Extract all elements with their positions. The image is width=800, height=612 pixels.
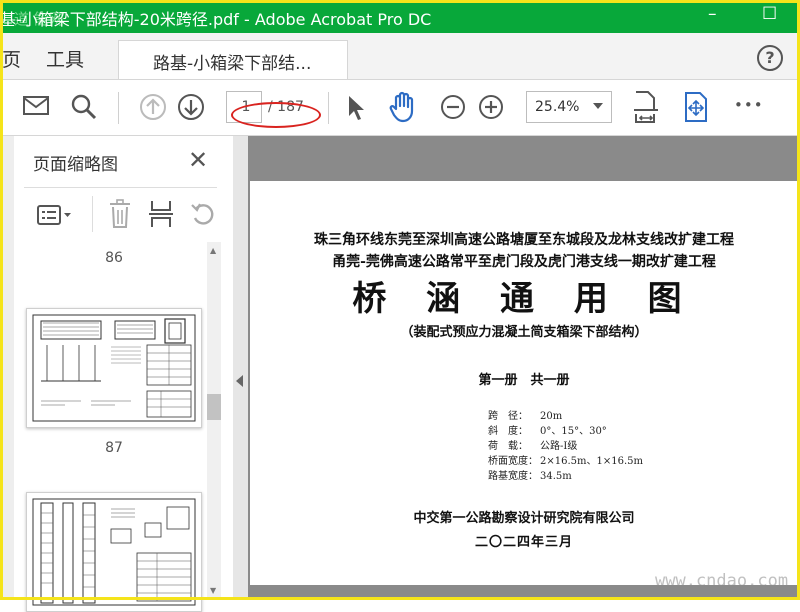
split-page-icon[interactable] [148,199,174,229]
next-page-icon[interactable] [177,93,205,121]
thumbnail-page-number: 87 [105,440,123,456]
chevron-left-icon [236,375,243,387]
panel-divider [92,196,93,232]
thumbnail-options-icon[interactable] [36,203,74,227]
tab-row: 页 工具 路基-小箱梁下部结... ? [0,33,800,80]
spec-row: 桥面宽度： 2×16.5m、1×16.5m [488,456,643,467]
panel-title: 页面缩略图 [33,155,118,175]
spec-row: 跨 径： 20m [488,411,563,422]
help-button[interactable]: ? [757,45,783,71]
fit-page-icon[interactable] [632,90,660,124]
window-title: 基-小箱梁下部结构-20米跨径.pdf - Adobe Acrobat Pro … [0,10,432,29]
zoom-out-icon[interactable] [440,94,466,120]
toolbar-divider [118,92,119,124]
tab-tools[interactable]: 工具 [46,45,84,72]
tab-home[interactable]: 页 [2,45,21,72]
main-toolbar: / 187 25.4% ••• [0,80,800,136]
scroll-up-icon[interactable]: ▲ [210,246,216,255]
thumbnail-list: 86 87 ▲ ▼ [14,242,233,612]
spec-list: 跨 径： 20m 斜 度： 0°、15°、30° 荷 载： 公路-Ⅰ级 桥面宽度： 2×… [488,407,643,482]
rotate-icon[interactable] [190,201,216,227]
thumbnail-page-number: 86 [105,250,123,266]
document-view: 珠三角环线东莞至深圳高速公路塘厦至东城段及龙林支线改扩建工程 甬莞-莞佛高速公路… [248,136,800,600]
pdf-page: 珠三角环线东莞至深圳高速公路塘厦至东城段及龙林支线改扩建工程 甬莞-莞佛高速公路… [250,181,798,585]
document-date: 二〇二四年三月 [474,535,573,550]
collapse-panel-handle[interactable] [233,136,248,600]
spec-row: 路基宽度： 34.5m [488,471,572,482]
document-subtitle: （装配式预应力混凝土简支箱梁下部结构） [400,325,648,340]
scrollbar-thumb[interactable] [207,394,221,420]
thumbnail-scrollbar[interactable]: ▲ ▼ [207,242,221,600]
organization-name: 中交第一公路勘察设计研究院有限公司 [413,511,635,526]
project-line-1: 珠三角环线东莞至深圳高速公路塘厦至东城段及龙林支线改扩建工程 [314,232,734,248]
spec-row: 荷 载： 公路-Ⅰ级 [488,441,578,452]
zoom-select[interactable]: 25.4% [526,91,612,123]
title-bar: 基-小箱梁下部结构-20米跨径.pdf - Adobe Acrobat Pro … [0,0,800,33]
minimize-button[interactable]: – [708,4,717,24]
page-thumbnails-panel: 页面缩略图 ✕ 86 87 ▲ ▼ [14,136,234,612]
zoom-in-icon[interactable] [478,94,504,120]
tab-document[interactable]: 路基-小箱梁下部结... [118,40,348,79]
panel-toolbar [24,187,217,243]
volume-label: 第一册 共一册 [478,373,570,388]
page-thumbnail[interactable] [26,308,202,428]
chevron-down-icon [593,103,603,109]
select-cursor-icon[interactable] [346,94,366,122]
navigation-pane-strip [0,136,14,600]
title-watermark: 道 能网 [14,10,64,28]
project-line-2: 甬莞-莞佛高速公路常平至虎门段及虎门港支线一期改扩建工程 [332,254,716,270]
page-view-icon[interactable] [682,91,710,123]
tab-document-label: 路基-小箱梁下部结... [153,54,312,74]
toolbar-divider [328,92,329,124]
hand-tool-icon[interactable] [388,91,418,123]
zoom-value: 25.4% [535,99,580,115]
email-icon[interactable] [22,94,50,118]
trash-icon[interactable] [108,199,132,229]
more-tools-button[interactable]: ••• [734,96,764,114]
page-thumbnail[interactable] [26,492,202,612]
document-big-title: 桥 涵 通 用 图 [352,279,696,319]
previous-page-icon[interactable] [139,93,167,121]
close-icon[interactable]: ✕ [188,146,208,174]
spec-row: 斜 度： 0°、15°、30° [488,426,607,437]
site-watermark: www.cndao.com [655,571,789,591]
maximize-button[interactable]: ☐ [762,4,777,24]
red-annotation-ellipse [231,102,321,128]
scroll-down-icon[interactable]: ▼ [210,586,216,595]
search-icon[interactable] [70,93,98,121]
